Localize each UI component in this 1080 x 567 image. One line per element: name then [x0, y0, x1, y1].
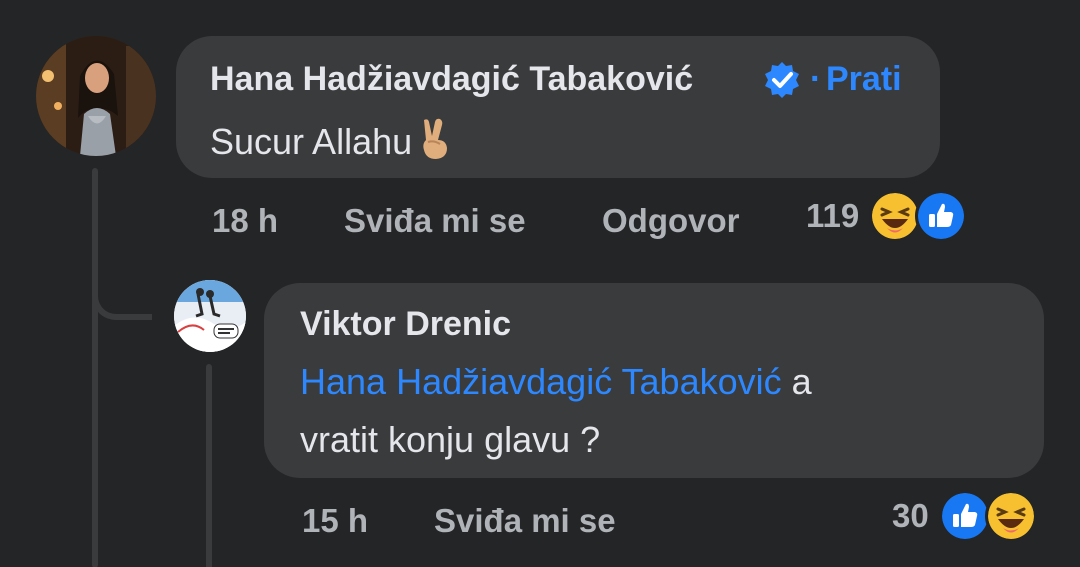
reply-author[interactable]: Viktor Drenic: [300, 305, 511, 344]
follow-button[interactable]: Prati: [826, 60, 902, 99]
reaction-count: 119: [806, 197, 860, 234]
reply-connector: [92, 268, 152, 320]
comment-text-content: Sucur Allahu: [210, 121, 413, 162]
reply-thread-line: [206, 364, 212, 567]
victory-hand-emoji-icon: [423, 118, 448, 159]
reply-text-line1: Hana Hadžiavdagić Tabaković a: [300, 361, 812, 403]
reply-text-line2: vratit konju glavu ?: [300, 419, 601, 460]
comment-bubble: Hana Hadžiavdagić Tabaković · Prati Sucu…: [176, 36, 940, 178]
comment-text: Sucur Allahu: [210, 118, 452, 163]
comment-thread: Hana Hadžiavdagić Tabaković · Prati Sucu…: [0, 0, 1080, 567]
thread-line: [92, 168, 98, 567]
mention-link[interactable]: Hana Hadžiavdagić Tabaković: [300, 361, 782, 402]
haha-reaction-icon: [869, 190, 922, 242]
haha-reaction-icon: [984, 490, 1037, 542]
reply-text-after-mention: a: [791, 361, 812, 402]
like-reaction-icon: [938, 490, 991, 542]
reply-timestamp[interactable]: 15 h: [302, 502, 368, 540]
reply-avatar[interactable]: [174, 280, 246, 352]
comment-author[interactable]: Hana Hadžiavdagić Tabaković: [210, 60, 693, 99]
reply-reaction-summary[interactable]: 30: [892, 490, 1037, 542]
reply-like-button[interactable]: Sviđa mi se: [434, 502, 616, 540]
reply-bubble: Viktor Drenic Hana Hadžiavdagić Tabakovi…: [264, 283, 1044, 478]
avatar[interactable]: [36, 36, 156, 156]
comment-timestamp[interactable]: 18 h: [212, 202, 278, 240]
verified-badge-icon: [765, 62, 799, 98]
reply-button[interactable]: Odgovor: [602, 202, 740, 240]
like-button[interactable]: Sviđa mi se: [344, 202, 526, 240]
separator-dot: ·: [810, 60, 822, 98]
like-reaction-icon: [915, 190, 968, 242]
reply-reaction-count: 30: [892, 497, 929, 534]
reaction-summary[interactable]: 119: [806, 190, 968, 242]
